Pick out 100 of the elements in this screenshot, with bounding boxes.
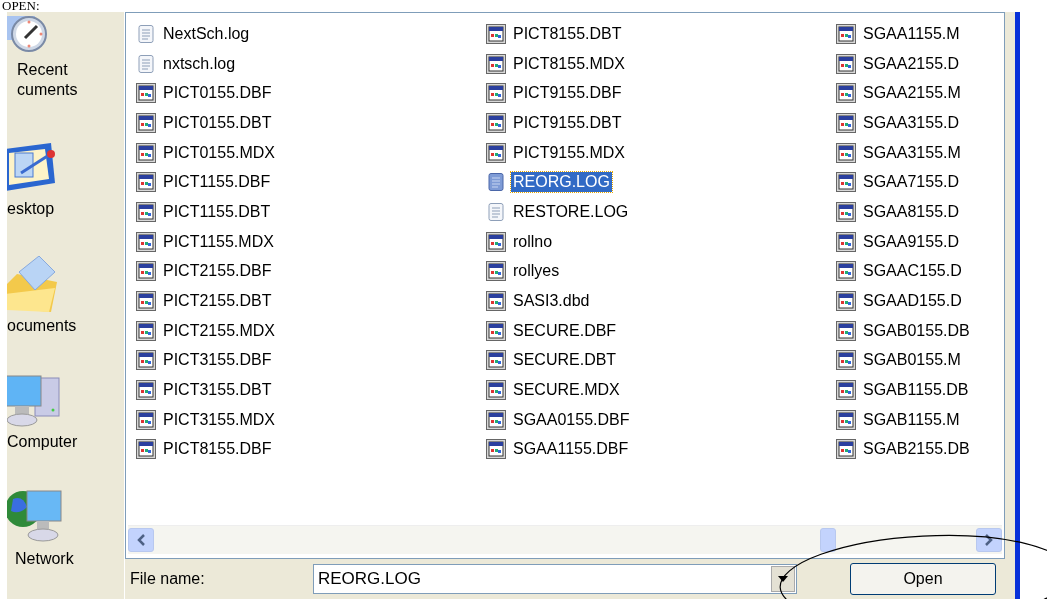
application-file-icon: [836, 53, 856, 74]
application-file-icon: [836, 142, 856, 163]
text-file-icon: [488, 172, 504, 193]
application-file-icon: [136, 409, 156, 430]
application-file-icon: [136, 380, 156, 401]
file-item[interactable]: PICT8155.DBF: [161, 439, 274, 460]
file-item[interactable]: SGAB2155.DB: [861, 439, 972, 460]
application-file-icon: [836, 172, 856, 193]
application-file-icon: [136, 320, 156, 341]
file-item[interactable]: PICT2155.MDX: [161, 320, 278, 341]
file-item[interactable]: PICT0155.MDX: [161, 142, 278, 163]
application-file-icon: [486, 291, 506, 312]
places-item-label[interactable]: Computer: [7, 432, 78, 453]
application-file-icon: [136, 231, 156, 252]
file-item[interactable]: SGAB0155.DB: [861, 320, 972, 341]
application-file-icon: [136, 83, 156, 104]
application-file-icon: [486, 350, 506, 371]
application-file-icon: [486, 112, 506, 133]
places-item-label[interactable]: ocuments: [7, 315, 77, 336]
application-file-icon: [486, 439, 506, 460]
file-item[interactable]: SGAAC155.D: [861, 261, 964, 282]
file-item[interactable]: SGAA3155.D: [861, 112, 962, 133]
file-item[interactable]: PICT9155.MDX: [511, 142, 628, 163]
file-item[interactable]: SGAA7155.D: [861, 172, 962, 193]
caret-icon: [778, 576, 788, 583]
application-file-icon: [836, 112, 856, 133]
file-item[interactable]: rollno: [511, 231, 555, 252]
application-file-icon: [486, 53, 506, 74]
file-item[interactable]: SGAAD155.D: [861, 291, 964, 312]
places-item-label[interactable]: Recent cuments: [17, 60, 78, 100]
page-heading: OPEN:: [1, 0, 41, 12]
file-item[interactable]: PICT2155.DBF: [161, 261, 274, 282]
application-file-icon: [486, 320, 506, 341]
application-file-icon: [136, 201, 156, 222]
file-item[interactable]: PICT0155.DBT: [161, 112, 274, 133]
file-item[interactable]: PICT8155.DBT: [511, 23, 624, 44]
file-item[interactable]: REORG.LOG: [511, 172, 612, 193]
file-item[interactable]: SECURE.MDX: [511, 380, 622, 401]
application-file-icon: [836, 83, 856, 104]
file-item[interactable]: rollyes: [511, 261, 562, 282]
application-file-icon: [486, 261, 506, 282]
application-file-icon: [136, 172, 156, 193]
file-name-field[interactable]: REORG.LOG: [313, 564, 797, 595]
file-item[interactable]: SGAA0155.DBF: [511, 409, 632, 430]
application-file-icon: [136, 142, 156, 163]
application-file-icon: [836, 201, 856, 222]
file-item[interactable]: PICT9155.DBF: [511, 83, 624, 104]
file-item[interactable]: NextSch.log: [161, 23, 252, 44]
file-item[interactable]: PICT1155.MDX: [161, 231, 276, 252]
application-file-icon: [836, 291, 856, 312]
file-item[interactable]: PICT3155.DBT: [161, 380, 274, 401]
places-item-label[interactable]: Network: [15, 548, 74, 569]
file-item[interactable]: SASI3.dbd: [511, 291, 592, 312]
file-item[interactable]: PICT3155.DBF: [161, 350, 274, 371]
application-file-icon: [836, 261, 856, 282]
text-file-icon: [138, 53, 154, 74]
file-item[interactable]: SGAA2155.D: [861, 53, 962, 74]
file-item[interactable]: SGAB1155.DB: [861, 380, 971, 401]
application-file-icon: [136, 439, 156, 460]
file-name-label: File name:: [130, 570, 206, 589]
file-item[interactable]: PICT0155.DBF: [161, 83, 274, 104]
file-item[interactable]: PICT1155.DBT: [161, 201, 273, 222]
file-item[interactable]: SGAA9155.D: [861, 231, 962, 252]
file-item[interactable]: RESTORE.LOG: [511, 201, 631, 222]
application-file-icon: [486, 83, 506, 104]
scroll-left-button[interactable]: [128, 528, 154, 553]
file-item[interactable]: PICT9155.DBT: [511, 112, 624, 133]
dropdown-button[interactable]: [771, 566, 795, 593]
file-item[interactable]: PICT2155.DBT: [161, 291, 274, 312]
file-item[interactable]: SGAA2155.M: [861, 83, 963, 104]
file-item[interactable]: PICT8155.MDX: [511, 53, 628, 74]
open-button[interactable]: Open: [850, 563, 996, 596]
file-item[interactable]: SGAA3155.M: [861, 142, 963, 163]
scrollbar-thumb[interactable]: [820, 528, 836, 553]
file-item[interactable]: PICT1155.DBF: [161, 172, 273, 193]
file-item[interactable]: SECURE.DBT: [511, 350, 619, 371]
application-file-icon: [136, 261, 156, 282]
file-item[interactable]: SGAB1155.M: [861, 409, 962, 430]
application-file-icon: [136, 350, 156, 371]
application-file-icon: [836, 320, 856, 341]
application-file-icon: [836, 23, 856, 44]
text-file-icon: [488, 201, 504, 222]
file-item[interactable]: SGAA1155.DBF: [511, 439, 631, 460]
application-file-icon: [836, 409, 856, 430]
file-item[interactable]: SECURE.DBF: [511, 320, 619, 341]
file-item[interactable]: nxtsch.log: [161, 53, 238, 74]
places-item-label[interactable]: esktop: [7, 199, 55, 220]
application-file-icon: [486, 142, 506, 163]
text-file-icon: [138, 23, 154, 44]
file-item[interactable]: PICT3155.MDX: [161, 409, 278, 430]
application-file-icon: [136, 112, 156, 133]
scroll-right-button[interactable]: [976, 528, 1002, 553]
horizontal-scrollbar[interactable]: [128, 525, 1002, 555]
application-file-icon: [836, 439, 856, 460]
file-item[interactable]: SGAA1155.M: [861, 23, 962, 44]
application-file-icon: [486, 231, 506, 252]
file-item[interactable]: SGAA8155.D: [861, 201, 962, 222]
application-file-icon: [836, 231, 856, 252]
file-item[interactable]: SGAB0155.M: [861, 350, 963, 371]
application-file-icon: [836, 380, 856, 401]
